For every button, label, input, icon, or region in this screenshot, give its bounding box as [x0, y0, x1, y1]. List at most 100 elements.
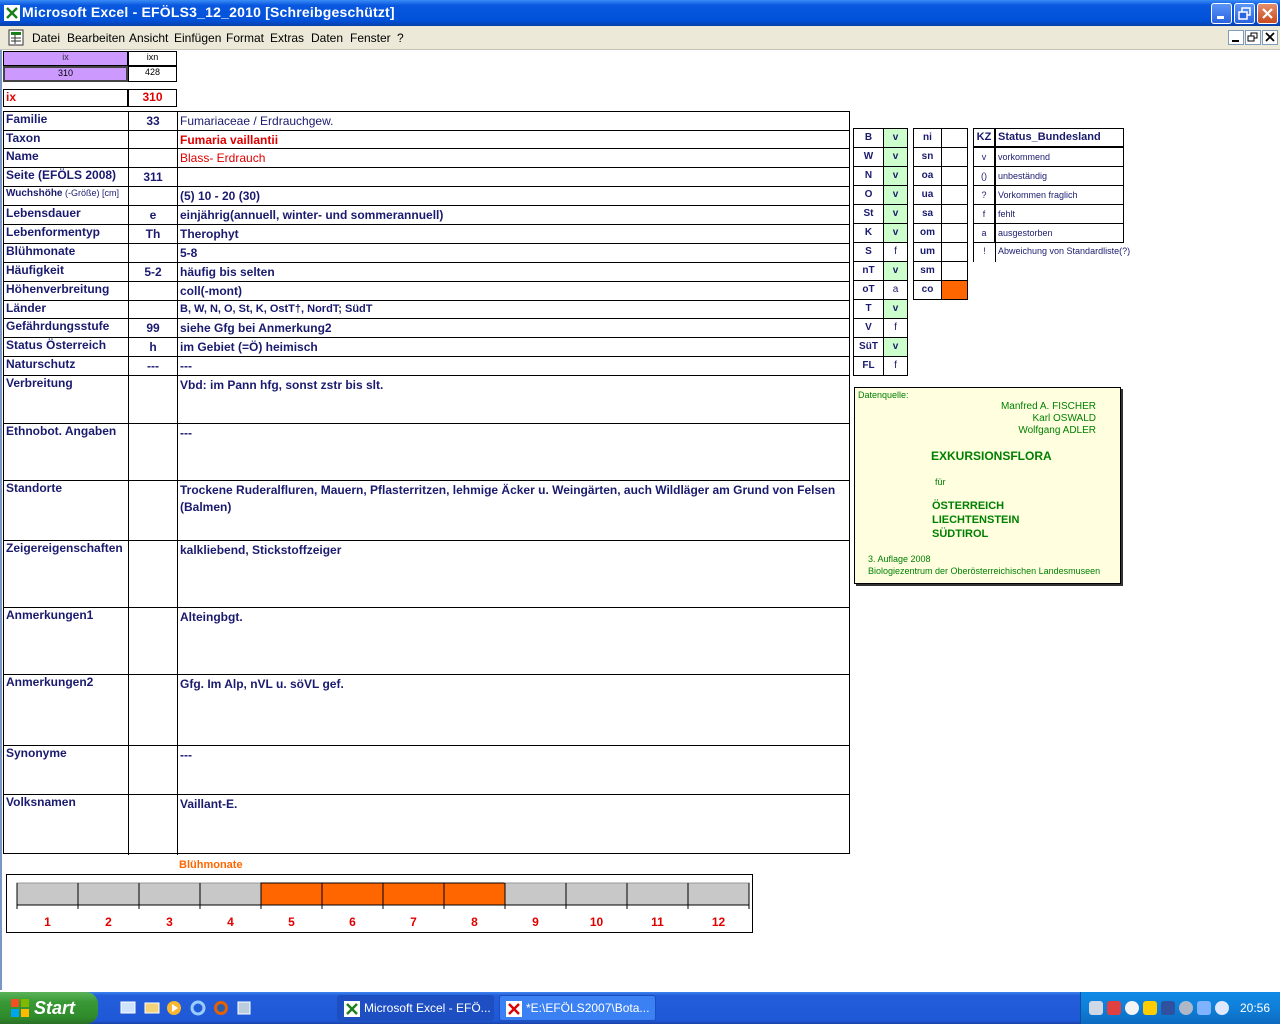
row-value[interactable]: Vaillant-E. — [180, 797, 237, 811]
row-label[interactable]: Verbreitung — [6, 376, 73, 390]
network-icon[interactable] — [236, 1000, 252, 1016]
close-button[interactable] — [1257, 3, 1278, 24]
volume-icon[interactable] — [1089, 1001, 1103, 1015]
doc-restore-button[interactable] — [1245, 30, 1261, 45]
altitude-code-cell[interactable]: sm — [913, 261, 942, 281]
altitude-value-cell[interactable] — [941, 147, 968, 167]
start-button[interactable]: Start — [0, 992, 98, 1024]
altitude-code-cell[interactable]: sa — [913, 204, 942, 224]
region-status-cell[interactable]: v — [883, 223, 908, 243]
security-icon[interactable] — [1107, 1001, 1121, 1015]
region-code-cell[interactable]: B — [853, 128, 884, 148]
altitude-value-cell[interactable] — [941, 166, 968, 186]
menu-help[interactable]: ? — [397, 31, 404, 45]
region-code-cell[interactable]: nT — [853, 261, 884, 281]
taskbar-excel-button[interactable]: Microsoft Excel - EFÖ... — [337, 995, 494, 1021]
row-value-line2[interactable]: (Balmen) — [180, 500, 231, 514]
row-value[interactable]: Therophyt — [180, 227, 239, 241]
ixn-value-cell[interactable]: 428 — [128, 66, 177, 82]
row-label[interactable]: Anmerkungen1 — [6, 608, 93, 622]
region-code-cell[interactable]: V — [853, 318, 884, 338]
network-status-icon[interactable] — [1143, 1001, 1157, 1015]
row-label[interactable]: Anmerkungen2 — [6, 675, 93, 689]
ix-number-cell[interactable]: 310 — [128, 89, 177, 107]
restore-button[interactable] — [1234, 3, 1255, 24]
row-label[interactable]: Zeigereigenschaften — [6, 541, 123, 555]
menu-daten[interactable]: Daten — [311, 31, 343, 45]
row-label[interactable]: Status Österreich — [6, 338, 106, 352]
altitude-code-cell[interactable]: ua — [913, 185, 942, 205]
row-label[interactable]: Lebenformentyp — [6, 225, 100, 239]
worksheet[interactable]: ix ixn 310 428 ix 310 Familie 33 Fumariace… — [0, 50, 1280, 990]
row-value[interactable]: häufig bis selten — [180, 265, 275, 279]
region-status-cell[interactable]: v — [883, 147, 908, 167]
row-label[interactable]: Taxon — [6, 131, 40, 145]
row-label[interactable]: Naturschutz — [6, 357, 75, 371]
region-status-cell[interactable]: f — [883, 242, 908, 262]
row-value[interactable]: Blass- Erdrauch — [180, 151, 265, 165]
workbook-icon[interactable] — [8, 29, 26, 46]
region-status-cell[interactable]: v — [883, 128, 908, 148]
row-label[interactable]: Volksnamen — [6, 795, 76, 809]
ix-header-cell[interactable]: ix — [3, 51, 128, 66]
altitude-code-cell[interactable]: om — [913, 223, 942, 243]
row-label[interactable]: Höhenverbreitung — [6, 282, 109, 296]
row-label[interactable]: Seite (EFÖLS 2008) — [6, 168, 116, 182]
region-status-cell[interactable]: v — [883, 185, 908, 205]
row-value[interactable]: --- — [180, 748, 192, 762]
row-label[interactable]: Gefährdungsstufe — [6, 319, 109, 333]
menu-fenster[interactable]: Fenster — [350, 31, 391, 45]
altitude-code-cell[interactable]: ni — [913, 128, 942, 148]
altitude-value-cell[interactable] — [941, 185, 968, 205]
row-value[interactable]: Trockene Ruderalfluren, Mauern, Pflaster… — [180, 483, 835, 497]
user-icon[interactable] — [1215, 1001, 1229, 1015]
row-label[interactable]: Synonyme — [6, 746, 67, 760]
ix-value-cell[interactable]: 310 — [3, 66, 128, 82]
row-label[interactable]: Name — [6, 149, 39, 163]
menu-extras[interactable]: Extras — [270, 31, 304, 45]
altitude-value-cell[interactable] — [941, 223, 968, 243]
firefox-icon[interactable] — [213, 1000, 229, 1016]
region-status-cell[interactable]: v — [883, 337, 908, 357]
region-code-cell[interactable]: FL — [853, 356, 884, 376]
row-value[interactable]: coll(-mont) — [180, 284, 242, 298]
menu-bearbeiten[interactable]: Bearbeiten — [67, 31, 125, 45]
row-value[interactable]: Fumaria vaillantii — [180, 133, 278, 147]
altitude-value-cell[interactable] — [941, 261, 968, 281]
region-code-cell[interactable]: S — [853, 242, 884, 262]
doc-minimize-button[interactable] — [1228, 30, 1244, 45]
row-value[interactable]: --- — [180, 359, 192, 373]
region-code-cell[interactable]: St — [853, 204, 884, 224]
region-status-cell[interactable]: v — [883, 261, 908, 281]
altitude-code-cell[interactable]: sn — [913, 147, 942, 167]
row-value[interactable]: (5) 10 - 20 (30) — [180, 189, 260, 203]
row-code[interactable]: --- — [129, 359, 177, 373]
row-code[interactable]: 311 — [129, 170, 177, 184]
menu-format[interactable]: Format — [226, 31, 264, 45]
info-icon[interactable] — [1197, 1001, 1211, 1015]
row-label[interactable]: Häufigkeit — [6, 263, 64, 277]
altitude-code-cell[interactable]: co — [913, 280, 942, 300]
altitude-value-cell[interactable] — [941, 280, 968, 300]
row-value[interactable]: 5-8 — [180, 246, 197, 260]
row-value[interactable]: im Gebiet (=Ö) heimisch — [180, 340, 318, 354]
row-code[interactable]: Th — [129, 227, 177, 241]
region-status-cell[interactable]: f — [883, 356, 908, 376]
row-label[interactable]: Ethnobot. Angaben — [6, 424, 116, 438]
shield-icon[interactable] — [1161, 1001, 1175, 1015]
internet-explorer-icon[interactable] — [190, 1000, 206, 1016]
row-value[interactable]: Fumariaceae / Erdrauchgew. — [180, 114, 333, 128]
region-code-cell[interactable]: O — [853, 185, 884, 205]
row-code[interactable]: e — [129, 208, 177, 222]
region-status-cell[interactable]: v — [883, 299, 908, 319]
region-code-cell[interactable]: N — [853, 166, 884, 186]
region-status-cell[interactable]: v — [883, 204, 908, 224]
row-code[interactable]: 99 — [129, 321, 177, 335]
menu-einfuegen[interactable]: Einfügen — [174, 31, 221, 45]
row-value[interactable]: siehe Gfg bei Anmerkung2 — [180, 321, 332, 335]
search-icon[interactable] — [1125, 1001, 1139, 1015]
row-code[interactable]: 5-2 — [129, 265, 177, 279]
menu-ansicht[interactable]: Ansicht — [129, 31, 168, 45]
ixn-header-cell[interactable]: ixn — [128, 51, 177, 66]
ix-label-cell[interactable]: ix — [3, 89, 128, 107]
